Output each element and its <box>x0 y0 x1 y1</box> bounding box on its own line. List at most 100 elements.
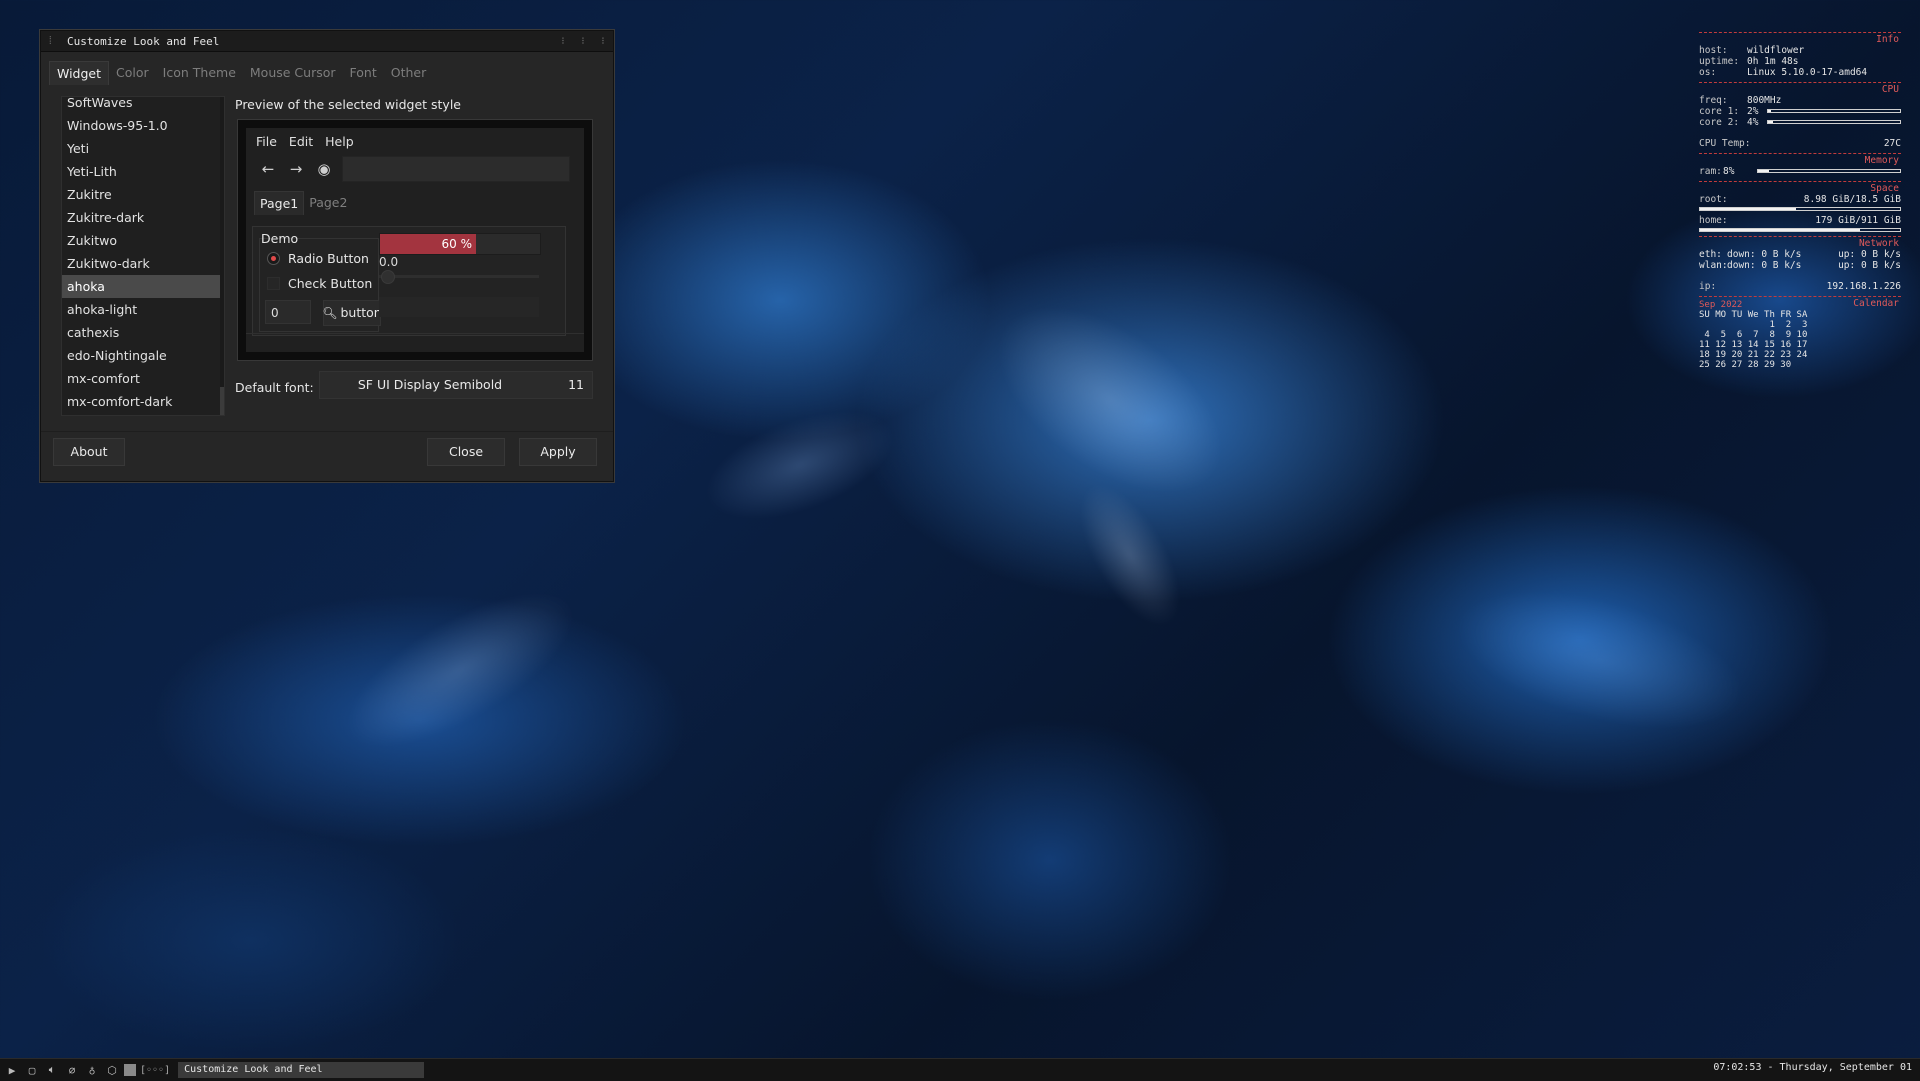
os-value: Linux 5.10.0-17-amd64 <box>1747 67 1868 78</box>
list-item[interactable]: Windows-95-1.0 <box>62 114 224 137</box>
wallpaper-swirl <box>963 268 1257 532</box>
window-icon[interactable]: ▢ <box>24 1064 40 1077</box>
preview-entry-field[interactable] <box>342 156 570 182</box>
list-item[interactable]: ahoka-light <box>62 298 224 321</box>
font-chooser-button[interactable]: SF UI Display Semibold 11 <box>319 371 593 399</box>
list-item[interactable]: mx-comfort-dark <box>62 390 224 413</box>
home-bar <box>1699 228 1901 232</box>
preview-window: File Edit Help ← → ◉ Page1 Page2 Demo Ra… <box>246 128 584 352</box>
wlan-up: up: 0 B k/s <box>1838 260 1901 271</box>
widget-theme-list[interactable]: SoftWaves Windows-95-1.0 Yeti Yeti-Lith … <box>61 96 225 416</box>
tab-page1[interactable]: Page1 <box>254 191 305 215</box>
desktop-icon[interactable] <box>124 1064 136 1076</box>
tab-icon-theme[interactable]: Icon Theme <box>156 61 243 85</box>
customize-look-and-feel-window: ⁞ Customize Look and Feel ⁝ ⁝ ⁝ Widget C… <box>40 30 614 482</box>
default-font-label: Default font: <box>235 380 314 395</box>
host-row: host: wildflower <box>1699 45 1901 56</box>
label: eth: <box>1699 249 1722 260</box>
search-button[interactable]: 🔍︎ button <box>322 300 382 326</box>
list-item[interactable]: Zukitre <box>62 183 224 206</box>
section-title: Calendar <box>1853 298 1899 309</box>
tab-font[interactable]: Font <box>343 61 384 85</box>
paperclip-icon[interactable]: ⌀ <box>64 1064 80 1077</box>
label: CPU Temp: <box>1699 138 1751 149</box>
ram-row: ram: 8% <box>1699 166 1901 177</box>
os-row: os: Linux 5.10.0-17-amd64 <box>1699 67 1901 78</box>
list-item[interactable]: SoftWaves <box>62 97 224 114</box>
calendar-week: 25 26 27 28 29 30 <box>1699 360 1792 370</box>
bulb-icon[interactable]: ♁ <box>84 1064 100 1077</box>
speaker-icon[interactable]: 🔈︎ <box>44 1063 60 1077</box>
menu-edit[interactable]: Edit <box>289 134 313 149</box>
list-item[interactable]: Zukitwo <box>62 229 224 252</box>
font-name: SF UI Display Semibold <box>357 377 503 392</box>
tab-other[interactable]: Other <box>384 61 434 85</box>
menu-help[interactable]: Help <box>325 134 354 149</box>
core1-value: 2% <box>1747 106 1759 117</box>
search-button-label: button <box>340 305 382 320</box>
checkbox-indicator[interactable] <box>267 277 280 290</box>
titlebar[interactable]: ⁞ Customize Look and Feel ⁝ ⁝ ⁝ <box>41 31 613 52</box>
menu-file[interactable]: File <box>256 134 277 149</box>
list-scrollbar-thumb[interactable] <box>220 387 224 415</box>
tab-page2[interactable]: Page2 <box>304 191 352 215</box>
grip-icon: ⁞ <box>47 34 54 47</box>
task-button[interactable]: Customize Look and Feel <box>178 1062 425 1078</box>
slider-handle[interactable] <box>381 270 395 284</box>
bar-fill <box>1700 208 1796 210</box>
back-arrow-icon[interactable]: ← <box>260 161 276 177</box>
ram-value: 8% <box>1723 166 1735 177</box>
workspace-indicator[interactable]: [◦◦◦] <box>140 1065 170 1076</box>
section-title: Memory <box>1864 155 1899 166</box>
preview-entry[interactable] <box>379 297 539 317</box>
list-item[interactable]: Zukitre-dark <box>62 206 224 229</box>
minimize-icon[interactable]: ⁝ <box>553 36 573 47</box>
close-button[interactable]: Close <box>427 438 505 466</box>
bar-fill <box>1700 229 1860 231</box>
preview-label: Preview of the selected widget style <box>235 97 461 112</box>
wlan-row: wlan: down: 0 B k/s up: 0 B k/s <box>1699 260 1901 271</box>
maximize-icon[interactable]: ⁝ <box>573 36 593 47</box>
label: wlan: <box>1699 260 1728 271</box>
tab-color[interactable]: Color <box>109 61 156 85</box>
tab-widget[interactable]: Widget <box>49 61 110 85</box>
list-item-selected[interactable]: ahoka <box>62 275 224 298</box>
list-item[interactable]: edo-Nightingale <box>62 344 224 367</box>
about-button[interactable]: About <box>53 438 125 466</box>
section-info: Info <box>1699 32 1901 45</box>
preview-statusbar <box>246 333 584 352</box>
ip-row: ip: 192.168.1.226 <box>1699 281 1901 292</box>
preview-tabs: Page1 Page2 <box>254 191 584 215</box>
section-network: Network <box>1699 236 1901 249</box>
slider-track[interactable] <box>379 275 539 278</box>
list-item[interactable]: Yeti-Lith <box>62 160 224 183</box>
radio-button[interactable]: Radio Button <box>267 251 369 266</box>
record-icon[interactable]: ◉ <box>316 161 332 177</box>
scale-value: 0.0 <box>379 255 399 269</box>
list-item[interactable]: cathexis <box>62 321 224 344</box>
list-item[interactable]: Zukitwo-dark <box>62 252 224 275</box>
ram-bar <box>1757 169 1901 173</box>
section-title: Info <box>1876 34 1899 45</box>
progress-bar: 60 % <box>379 233 541 255</box>
list-item[interactable]: Yeti <box>62 137 224 160</box>
root-value: 8.98 GiB/18.5 GiB <box>1803 194 1901 205</box>
cube-icon[interactable]: ⬡ <box>104 1064 120 1077</box>
freq-row: freq: 800MHz <box>1699 95 1901 106</box>
apply-button[interactable]: Apply <box>519 438 597 466</box>
play-icon[interactable]: ▶ <box>4 1064 20 1077</box>
forward-arrow-icon[interactable]: → <box>288 161 304 177</box>
temp-value: 27C <box>1883 138 1901 149</box>
temp-row: CPU Temp: 27C <box>1699 138 1901 149</box>
calendar-week: 4 5 6 7 8 9 10 <box>1699 330 1808 340</box>
eth-down: down: 0 B k/s <box>1727 249 1802 260</box>
font-size: 11 <box>568 377 584 392</box>
list-scrollbar[interactable] <box>220 97 224 415</box>
check-label: Check Button <box>288 276 373 291</box>
check-button[interactable]: Check Button <box>267 276 372 291</box>
close-icon[interactable]: ⁝ <box>593 36 613 47</box>
tab-mouse-cursor[interactable]: Mouse Cursor <box>243 61 343 85</box>
radio-indicator[interactable] <box>267 252 280 265</box>
spin-button[interactable]: 0 <box>265 300 311 324</box>
list-item[interactable]: mx-comfort <box>62 367 224 390</box>
